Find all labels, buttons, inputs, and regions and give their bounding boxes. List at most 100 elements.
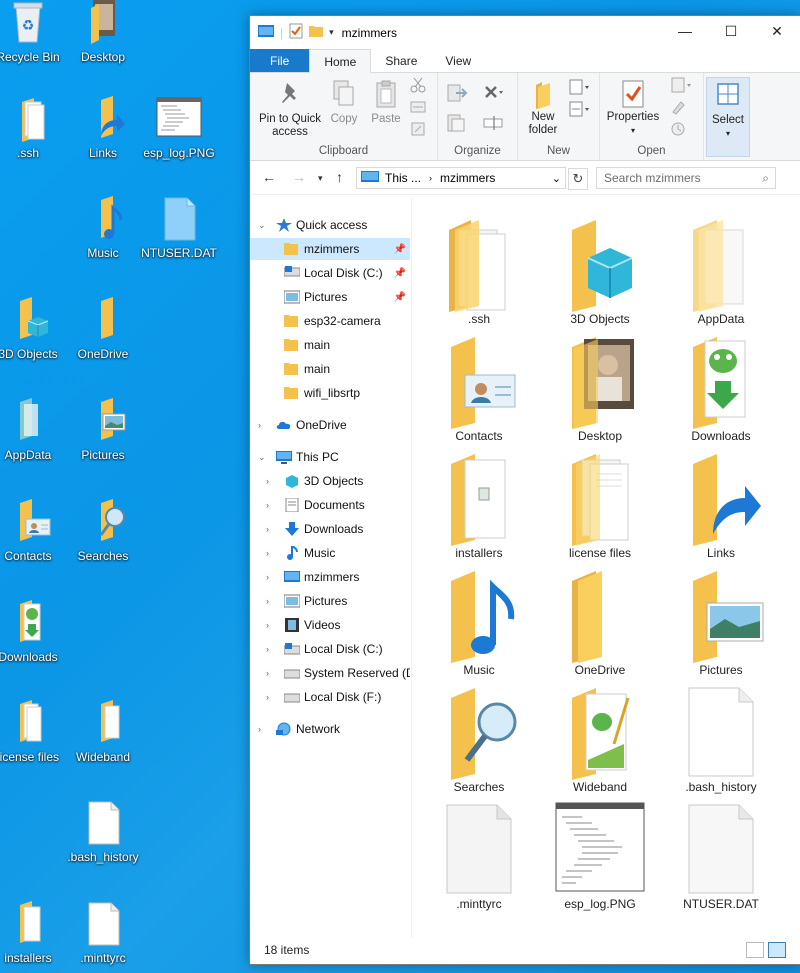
file-item-3d-objects[interactable]: 3D Objects [545,216,655,326]
file-item-wideband[interactable]: Wideband [545,684,655,794]
nav-pc-videos[interactable]: › Videos [250,614,410,636]
properties-button[interactable]: Properties ▾ [602,79,664,137]
breadcrumb-current[interactable]: mzimmers [440,171,495,185]
delete-icon[interactable] [482,83,504,105]
forward-arrow-icon[interactable]: → [292,169,306,185]
nav-this-pc[interactable]: ⌄ This PC [250,446,410,468]
history-icon[interactable] [670,121,694,137]
copy-path-icon[interactable] [410,99,426,115]
up-arrow-icon[interactable]: ↑ [336,169,343,185]
desktop-icon-desktop[interactable]: Desktop [65,0,141,64]
paste-button[interactable]: Paste [366,79,406,126]
close-button[interactable]: ✕ [754,16,800,46]
customize-quick-access-icon[interactable]: ▾ [329,27,334,38]
nav-pc-downloads[interactable]: › Downloads [250,518,410,540]
easy-access-icon[interactable] [568,101,592,117]
nav-pc-system-reserved[interactable]: › System Reserved (D [250,662,410,684]
nav-pc-documents[interactable]: › Documents [250,494,410,516]
desktop-icon-music[interactable]: Music [65,196,141,260]
file-item-contacts[interactable]: Contacts [424,333,534,443]
tab-file[interactable]: File [250,49,310,72]
back-arrow-icon[interactable]: ← [262,169,276,185]
desktop-icon-links[interactable]: Links [65,96,141,160]
tab-home[interactable]: Home [309,49,372,73]
new-folder-button[interactable]: New folder [522,79,564,137]
nav-quick-mzimmers[interactable]: mzimmers 📌 [250,238,410,260]
open-icon[interactable] [670,77,694,93]
cut-icon[interactable] [410,77,426,93]
maximize-button[interactable]: ☐ [708,16,754,46]
file-item-ntuser[interactable]: NTUSER.DAT [666,801,776,911]
nav-pc-local-disk-c[interactable]: › Local Disk (C:) [250,638,410,660]
new-item-icon[interactable] [568,79,592,95]
properties-quick-icon[interactable] [289,23,303,42]
move-to-icon[interactable] [446,83,468,105]
desktop-icon-ssh[interactable]: .ssh [0,96,66,160]
nav-pc-pictures[interactable]: › Pictures [250,590,410,612]
nav-pc-music[interactable]: › Music [250,542,410,564]
nav-pc-mzimmers[interactable]: › mzimmers [250,566,410,588]
paste-shortcut-icon[interactable] [410,121,426,137]
file-item-ssh[interactable]: .ssh [424,216,534,326]
desktop-icon-onedrive[interactable]: OneDrive [65,297,141,361]
file-item-appdata[interactable]: AppData [666,216,776,326]
nav-quick-access[interactable]: ⌄ Quick access [250,214,410,236]
desktop-icon-license-files[interactable]: license files [0,700,66,764]
address-bar[interactable]: This ... › mzimmers ⌄ [356,167,566,189]
desktop-icon-appdata[interactable]: AppData [0,398,66,462]
file-item-installers[interactable]: installers [424,450,534,560]
nav-onedrive[interactable]: › OneDrive [250,414,410,436]
refresh-icon[interactable]: ↻ [568,168,588,190]
breadcrumb-this-pc[interactable]: This ... [385,171,421,185]
desktop-icon-ntuser[interactable]: NTUSER.DAT [141,196,217,260]
search-box[interactable]: Search mzimmers ⌕ [596,167,776,189]
minimize-button[interactable]: — [662,16,708,46]
desktop-icon-downloads[interactable]: Downloads [0,600,66,664]
desktop-icon-searches[interactable]: Searches [65,499,141,563]
desktop-icon-installers[interactable]: installers [0,901,66,965]
file-item-searches[interactable]: Searches [424,684,534,794]
file-item-desktop[interactable]: Desktop [545,333,655,443]
nav-quick-wifi-libsrtp[interactable]: wifi_libsrtp [250,382,410,404]
nav-quick-pictures[interactable]: Pictures 📌 [250,286,410,308]
desktop-icon-minttyrc[interactable]: .minttyrc [65,901,141,965]
desktop-icon-wideband[interactable]: Wideband [65,700,141,764]
nav-pc-3d-objects[interactable]: › 3D Objects [250,470,410,492]
address-dropdown-icon[interactable]: ⌄ [552,172,561,185]
file-item-music[interactable]: Music [424,567,534,677]
nav-network[interactable]: › Network [250,718,410,740]
copy-button[interactable]: Copy [328,79,360,126]
edit-icon[interactable] [670,99,694,115]
tab-share[interactable]: Share [371,49,431,72]
new-folder-quick-icon[interactable] [309,24,324,41]
nav-quick-esp32-camera[interactable]: esp32-camera [250,310,410,332]
rename-icon[interactable] [482,113,504,135]
large-icons-view-button[interactable] [768,942,786,958]
search-input[interactable]: Search mzimmers [604,171,701,185]
desktop-icon-3d-objects[interactable]: 3D Objects [0,297,66,361]
select-button[interactable]: Select ▾ [707,80,749,140]
nav-quick-main-2[interactable]: main [250,358,410,380]
tab-view[interactable]: View [431,49,485,72]
desktop-icon-pictures[interactable]: Pictures [65,398,141,462]
file-item-onedrive[interactable]: OneDrive [545,567,655,677]
file-item-license-files[interactable]: license files [545,450,655,560]
pin-to-quick-access-button[interactable]: Pin to Quick access [254,79,326,139]
file-item-links[interactable]: Links [666,450,776,560]
copy-to-icon[interactable] [446,113,468,135]
desktop-icon-recycle-bin[interactable]: ♻ Recycle Bin [0,0,66,64]
file-item-downloads[interactable]: Downloads [666,333,776,443]
desktop-icon-esp-log[interactable]: esp_log.PNG [141,96,217,160]
title-bar[interactable]: | ▾ mzimmers — ☐ ✕ [250,16,800,49]
nav-pc-local-disk-f[interactable]: › Local Disk (F:) [250,686,410,708]
nav-quick-local-disk-c[interactable]: Local Disk (C:) 📌 [250,262,410,284]
file-item-pictures[interactable]: Pictures [666,567,776,677]
desktop-icon-bash-history[interactable]: .bash_history [65,800,141,864]
file-item-esp-log[interactable]: esp_log.PNG [545,801,655,911]
recent-locations-icon[interactable]: ▾ [318,173,323,184]
file-item-bash-history[interactable]: .bash_history [666,684,776,794]
details-view-button[interactable] [746,942,764,958]
file-item-minttyrc[interactable]: .minttyrc [424,801,534,911]
nav-quick-main[interactable]: main [250,334,410,356]
desktop-icon-contacts[interactable]: Contacts [0,499,66,563]
